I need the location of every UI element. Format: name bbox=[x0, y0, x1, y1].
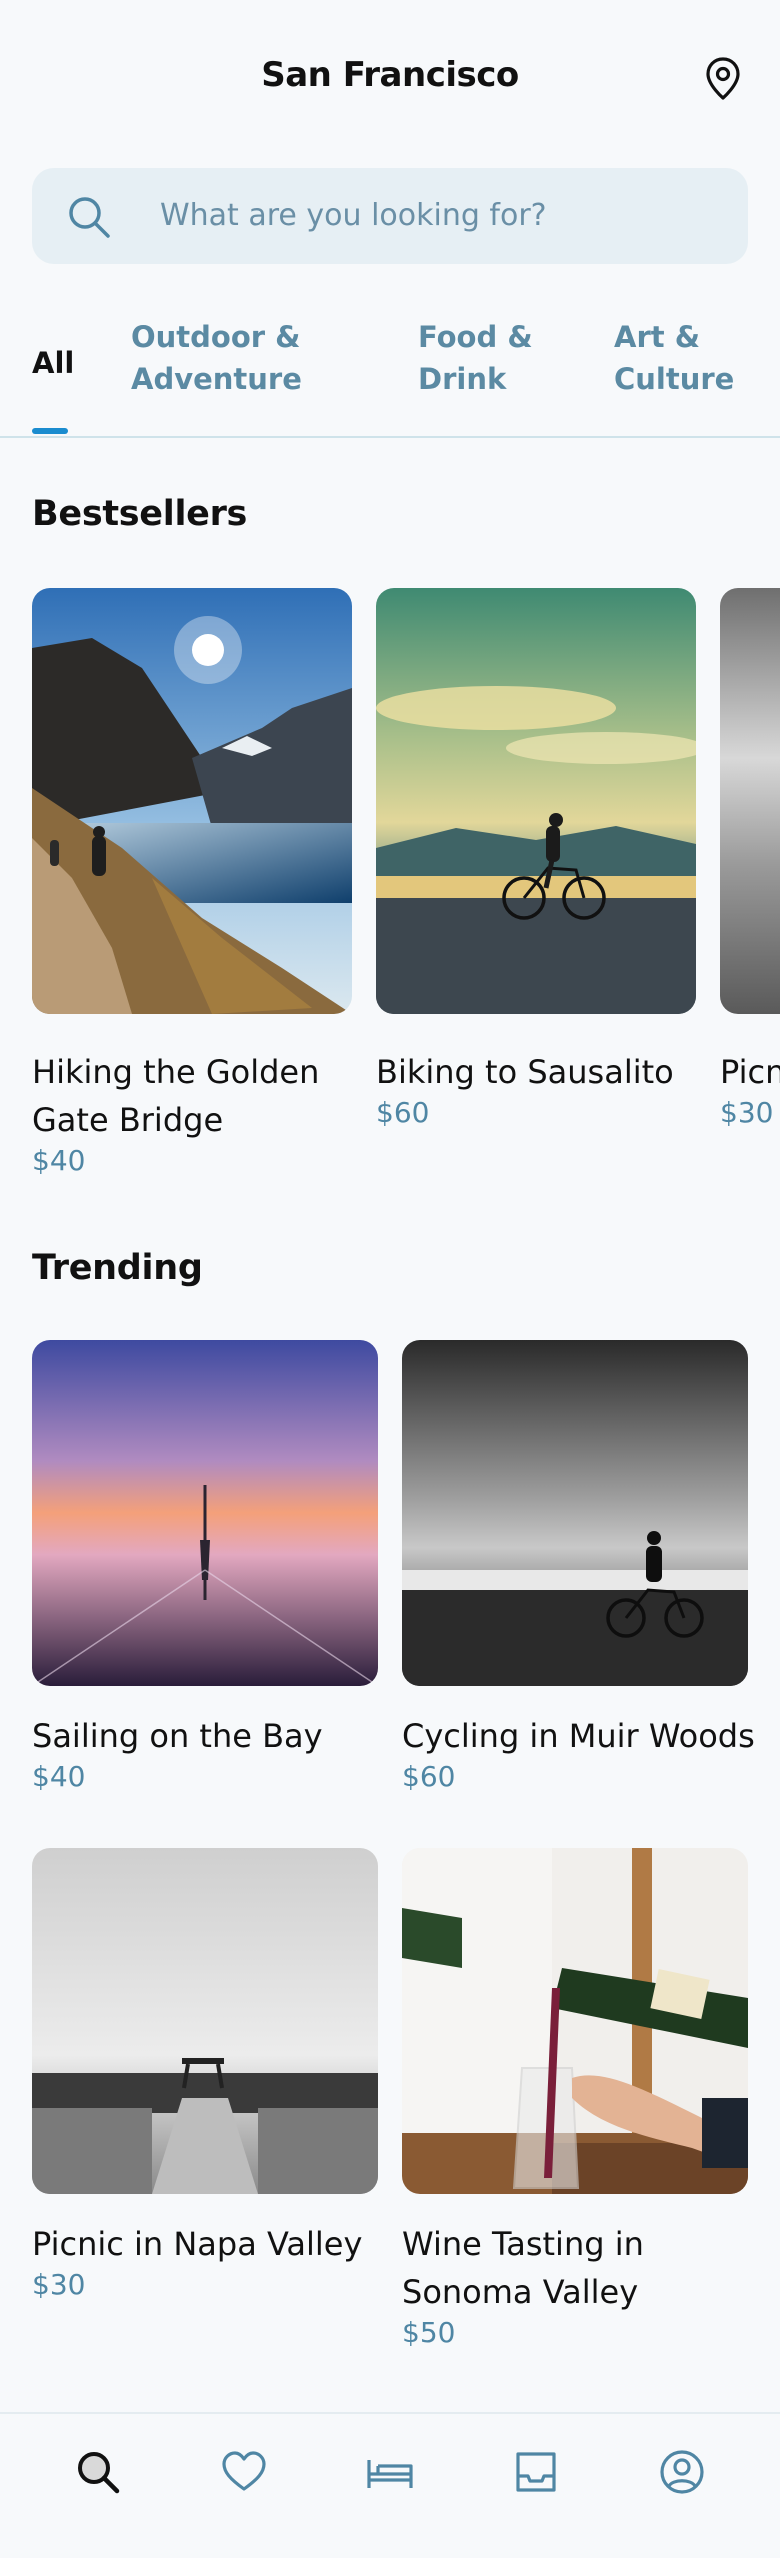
card-title[interactable]: Biking to Sausalito bbox=[376, 1048, 674, 1096]
card-title[interactable]: Picnic in Napa Valley bbox=[32, 2220, 362, 2268]
card-title-line1: Wine Tasting in bbox=[402, 2225, 644, 2263]
app-header: San Francisco bbox=[0, 0, 780, 160]
card-price: $50 bbox=[402, 2316, 456, 2349]
card-title-line1: Hiking the Golden bbox=[32, 1053, 320, 1091]
bed-icon[interactable] bbox=[366, 2448, 414, 2496]
card-title[interactable]: Hiking the Golden Gate Bridge bbox=[32, 1048, 319, 1144]
search-bar[interactable]: What are you looking for? bbox=[32, 168, 748, 264]
card-title[interactable]: Sailing on the Bay bbox=[32, 1712, 323, 1760]
tab-food-drink[interactable]: Food & Drink bbox=[418, 316, 533, 400]
category-tabs: All Outdoor & Adventure Food & Drink Art… bbox=[0, 316, 780, 438]
card-price: $30 bbox=[720, 1096, 774, 1129]
card-image-hiking[interactable] bbox=[32, 588, 352, 1014]
card-image-cycling[interactable] bbox=[402, 1340, 748, 1686]
tab-label-line2: Culture bbox=[614, 362, 735, 396]
card-image-picnic[interactable] bbox=[720, 588, 780, 1014]
active-tab-indicator bbox=[32, 428, 68, 434]
profile-icon[interactable] bbox=[658, 2448, 706, 2496]
card-price: $60 bbox=[376, 1096, 430, 1129]
tab-outdoor-adventure[interactable]: Outdoor & Adventure bbox=[131, 316, 302, 400]
tab-label: All bbox=[32, 346, 75, 380]
tab-label-line1: Food & bbox=[418, 320, 533, 354]
card-title[interactable]: Picnic bbox=[720, 1048, 780, 1096]
tab-label-line1: Outdoor & bbox=[131, 320, 301, 354]
tab-art-culture[interactable]: Art & Culture bbox=[614, 316, 734, 400]
heart-icon[interactable] bbox=[220, 2448, 268, 2496]
search-icon[interactable] bbox=[74, 2448, 122, 2496]
card-title[interactable]: Cycling in Muir Woods bbox=[402, 1712, 755, 1760]
card-title-line1: Cycling in Muir Woods bbox=[402, 1717, 755, 1755]
card-image-biking[interactable] bbox=[376, 588, 696, 1014]
card-title-line1: Picnic bbox=[720, 1053, 780, 1091]
card-price: $30 bbox=[32, 2268, 86, 2301]
card-price: $60 bbox=[402, 1760, 456, 1793]
search-icon bbox=[69, 197, 110, 238]
card-title-line1: Sailing on the Bay bbox=[32, 1717, 323, 1755]
section-title-bestsellers: Bestsellers bbox=[32, 494, 248, 534]
tab-all[interactable]: All bbox=[32, 342, 74, 384]
card-title-line2: Gate Bridge bbox=[32, 1101, 224, 1139]
card-image-sailing[interactable] bbox=[32, 1340, 378, 1686]
card-title[interactable]: Wine Tasting in Sonoma Valley bbox=[402, 2220, 644, 2316]
section-title-trending: Trending bbox=[32, 1248, 203, 1288]
map-pin-icon[interactable] bbox=[704, 56, 742, 102]
card-title-line1: Picnic in Napa Valley bbox=[32, 2225, 363, 2263]
card-title-line1: Biking to Sausalito bbox=[376, 1053, 674, 1091]
tab-label-line1: Art & bbox=[614, 320, 700, 354]
bottom-nav bbox=[0, 2412, 780, 2558]
card-image-wine-tasting[interactable] bbox=[402, 1848, 748, 2194]
card-title-line2: Sonoma Valley bbox=[402, 2273, 639, 2311]
page-title: San Francisco bbox=[261, 55, 519, 95]
card-price: $40 bbox=[32, 1760, 86, 1793]
search-input[interactable]: What are you looking for? bbox=[160, 198, 547, 233]
tab-label-line2: Adventure bbox=[131, 362, 302, 396]
tab-label-line2: Drink bbox=[418, 362, 507, 396]
card-price: $40 bbox=[32, 1144, 86, 1177]
inbox-icon[interactable] bbox=[512, 2448, 560, 2496]
card-image-picnic-napa[interactable] bbox=[32, 1848, 378, 2194]
